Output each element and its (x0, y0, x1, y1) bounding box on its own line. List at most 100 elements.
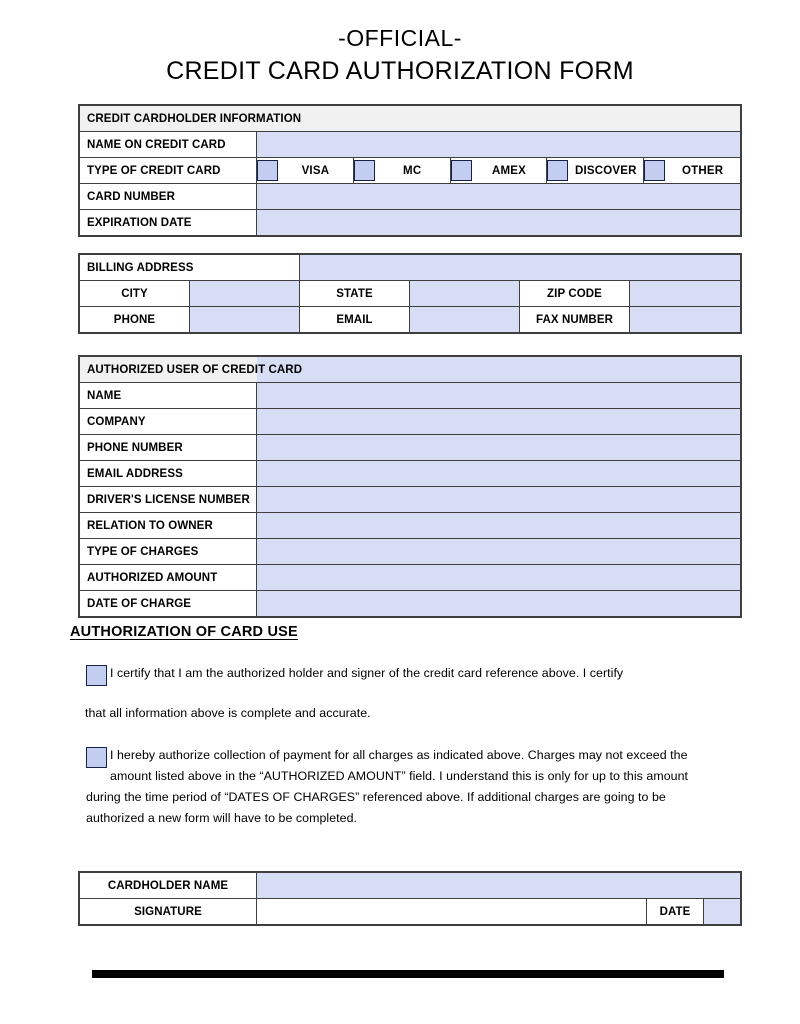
table-row: EMAIL ADDRESS (79, 460, 741, 487)
authorized-user-section-header: AUTHORIZED USER OF CREDIT CARD (79, 356, 302, 383)
table-row: COMPANY (79, 408, 741, 435)
field-authorized-amount[interactable] (256, 564, 741, 591)
field-drivers-license-number[interactable] (256, 486, 741, 513)
field-authorized-user-name[interactable] (256, 382, 741, 409)
label-zip-code: ZIP CODE (519, 280, 630, 307)
card-type-label-amex: AMEX (491, 164, 526, 177)
authorization-heading: AUTHORIZATION OF CARD USE (70, 624, 298, 640)
table-row: EXPIRATION DATE (79, 209, 741, 236)
table-row: CARDHOLDER NAME (79, 872, 742, 899)
field-date[interactable] (702, 898, 742, 925)
label-type-of-charges: TYPE OF CHARGES (79, 538, 257, 565)
field-company[interactable] (256, 408, 741, 435)
authorized-user-table: AUTHORIZED USER OF CREDIT CARD NAME COMP… (78, 355, 742, 618)
table-row: CREDIT CARDHOLDER INFORMATION (79, 105, 741, 132)
label-authorized-user-email: EMAIL ADDRESS (79, 460, 257, 487)
card-type-label-other: OTHER (681, 164, 724, 177)
card-type-options: VISA MC AMEX DISCOVER OTHER (256, 157, 741, 184)
field-zip-code[interactable] (629, 280, 741, 307)
table-row: RELATION TO OWNER (79, 512, 741, 539)
table-row: DATE OF CHARGE (79, 590, 741, 617)
label-signature: SIGNATURE (79, 898, 257, 925)
authorize-collection-checkbox[interactable] (86, 747, 107, 768)
label-type-of-credit-card: TYPE OF CREDIT CARD (79, 157, 257, 184)
table-row: CITY STATE ZIP CODE (79, 280, 741, 307)
card-type-option-visa[interactable]: VISA (257, 158, 354, 183)
table-row: NAME (79, 382, 741, 409)
label-expiration-date: EXPIRATION DATE (79, 209, 257, 236)
label-phone: PHONE (79, 306, 190, 333)
mc-checkbox[interactable] (353, 160, 375, 181)
page-title: -OFFICIAL- CREDIT CARD AUTHORIZATION FOR… (0, 22, 800, 88)
title-official: -OFFICIAL- (338, 25, 462, 51)
certify-clause-line-2: that all information above is complete a… (85, 706, 371, 720)
table-row: PHONE EMAIL FAX NUMBER (79, 306, 741, 333)
card-type-label-mc: MC (403, 164, 422, 177)
authorization-clause-2: I hereby authorize collection of payment… (86, 745, 712, 829)
label-billing-address: BILLING ADDRESS (79, 254, 300, 281)
field-state[interactable] (409, 280, 520, 307)
form-page: -OFFICIAL- CREDIT CARD AUTHORIZATION FOR… (0, 0, 800, 1024)
field-relation-to-owner[interactable] (256, 512, 741, 539)
table-row: CARD NUMBER (79, 183, 741, 210)
card-type-option-mc[interactable]: MC (353, 158, 451, 183)
field-expiration-date[interactable] (256, 209, 741, 236)
table-row: BILLING ADDRESS (79, 254, 741, 281)
certify-checkbox[interactable] (86, 665, 107, 686)
field-cardholder-name[interactable] (255, 872, 742, 899)
card-type-label-visa: VISA (301, 164, 330, 177)
card-type-option-discover[interactable]: DISCOVER (547, 158, 645, 183)
field-fax-number[interactable] (629, 306, 741, 333)
cardholder-section-header: CREDIT CARDHOLDER INFORMATION (79, 105, 741, 132)
label-authorized-user-name: NAME (79, 382, 257, 409)
label-cardholder-name: CARDHOLDER NAME (79, 872, 257, 899)
table-row: SIGNATURE DATE (79, 898, 742, 925)
table-row: NAME ON CREDIT CARD (79, 131, 741, 158)
field-name-on-credit-card[interactable] (256, 131, 741, 158)
authorization-clause-1: I certify that I am the authorized holde… (85, 663, 726, 724)
table-row: AUTHORIZED AMOUNT (79, 564, 741, 591)
label-relation-to-owner: RELATION TO OWNER (79, 512, 257, 539)
amex-checkbox[interactable] (450, 160, 472, 181)
label-date: DATE (646, 898, 704, 925)
card-type-option-amex[interactable]: AMEX (450, 158, 548, 183)
table-row: TYPE OF CHARGES (79, 538, 741, 565)
label-city: CITY (79, 280, 190, 307)
authorize-collection-text: I hereby authorize collection of payment… (86, 748, 689, 825)
label-date-of-charge: DATE OF CHARGE (79, 590, 257, 617)
other-checkbox[interactable] (644, 160, 666, 181)
cardholder-information-table: CREDIT CARDHOLDER INFORMATION NAME ON CR… (78, 104, 742, 237)
label-drivers-license-number: DRIVER'S LICENSE NUMBER (79, 486, 257, 513)
table-row: AUTHORIZED USER OF CREDIT CARD (79, 356, 741, 383)
field-city[interactable] (189, 280, 300, 307)
label-authorized-amount: AUTHORIZED AMOUNT (79, 564, 257, 591)
label-state: STATE (299, 280, 410, 307)
title-main: CREDIT CARD AUTHORIZATION FORM (166, 57, 634, 85)
label-card-number: CARD NUMBER (79, 183, 257, 210)
field-type-of-charges[interactable] (256, 538, 741, 565)
field-authorized-user-email[interactable] (256, 460, 741, 487)
certify-clause-line-1: I certify that I am the authorized holde… (110, 666, 624, 680)
bottom-rule-divider (92, 970, 724, 978)
signature-table: CARDHOLDER NAME SIGNATURE DATE (77, 871, 743, 926)
label-fax-number: FAX NUMBER (519, 306, 630, 333)
table-row: TYPE OF CREDIT CARD VISA MC AMEX DISCOVE… (79, 157, 741, 184)
card-type-option-other[interactable]: OTHER (644, 158, 740, 183)
table-row: DRIVER'S LICENSE NUMBER (79, 486, 741, 513)
discover-checkbox[interactable] (547, 160, 569, 181)
field-phone[interactable] (189, 306, 300, 333)
authorized-user-header-fill (256, 356, 741, 383)
field-authorized-user-phone[interactable] (256, 434, 741, 461)
field-signature[interactable] (256, 898, 647, 925)
field-billing-address[interactable] (299, 254, 741, 281)
field-card-number[interactable] (256, 183, 741, 210)
label-name-on-credit-card: NAME ON CREDIT CARD (79, 131, 257, 158)
label-company: COMPANY (79, 408, 257, 435)
billing-address-table: BILLING ADDRESS CITY STATE ZIP CODE PHON… (78, 253, 742, 334)
field-email[interactable] (409, 306, 520, 333)
label-authorized-user-phone: PHONE NUMBER (79, 434, 257, 461)
label-email: EMAIL (299, 306, 410, 333)
field-date-of-charge[interactable] (256, 590, 741, 617)
card-type-label-discover: DISCOVER (574, 164, 637, 177)
visa-checkbox[interactable] (257, 160, 278, 181)
